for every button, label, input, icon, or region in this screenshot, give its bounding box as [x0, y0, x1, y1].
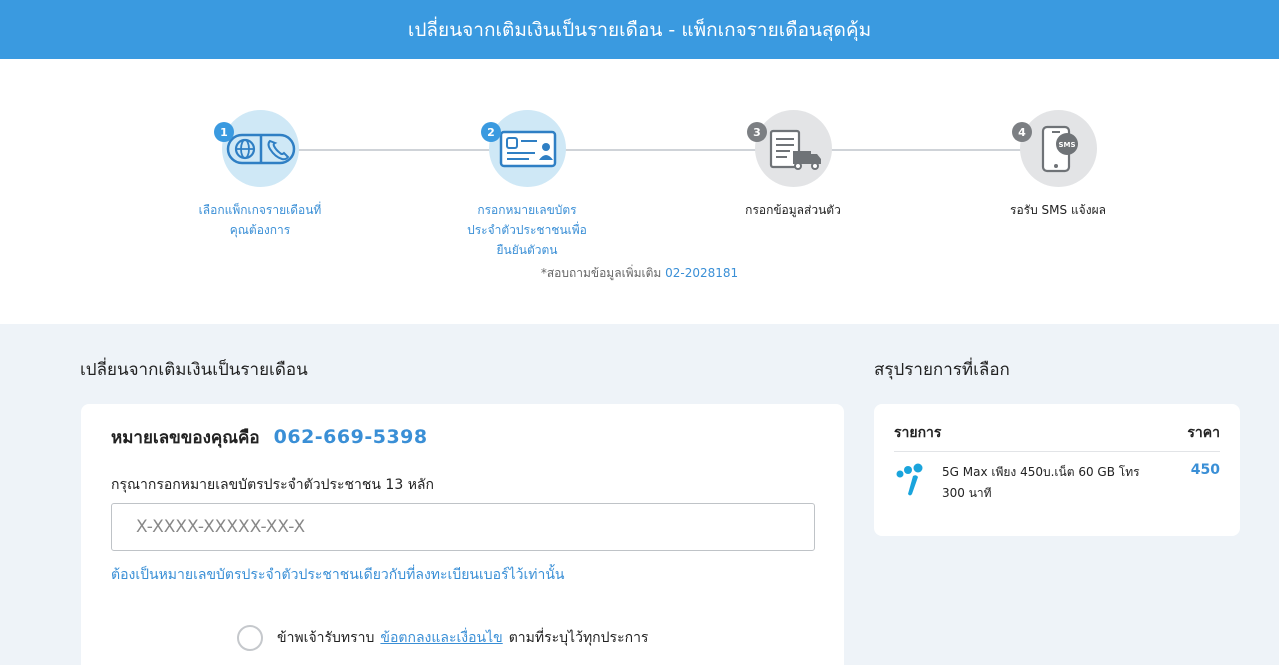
- step-2-label: กรอกหมายเลขบัตรประจำตัวประชาชนเพื่อยืนยั…: [467, 203, 587, 257]
- step-1-label: เลือกแพ็กเกจรายเดือนที่คุณต้องการ: [198, 203, 322, 237]
- main-content: เปลี่ยนจากเติมเงินเป็นรายเดือน สรุปรายกา…: [0, 324, 1279, 665]
- form-section-title: เปลี่ยนจากเติมเงินเป็นรายเดือน: [80, 360, 308, 380]
- summary-section-title: สรุปรายการที่เลือก: [874, 360, 1010, 380]
- contact-text: *สอบถามข้อมูลเพิ่มเติม: [540, 266, 662, 280]
- step-2-number: 2: [481, 122, 501, 142]
- consent-radio[interactable]: [237, 625, 263, 651]
- phone-number-row: หมายเลขของคุณคือ 062-669-5398: [111, 424, 428, 451]
- phone-number-value: 062-669-5398: [273, 426, 428, 448]
- consent-row: ข้าพเจ้ารับทราบ ข้อตกลงและเงื่อนไข ตามที…: [237, 625, 648, 651]
- terms-link[interactable]: ข้อตกลงและเงื่อนไข: [380, 627, 502, 649]
- step-3-number: 3: [747, 122, 767, 142]
- globe-phone-icon: [226, 133, 295, 164]
- step-connector: [262, 149, 1054, 151]
- id-field-label: กรุณากรอกหมายเลขบัตรประจำตัวประชาชน 13 ห…: [111, 477, 434, 493]
- summary-col-price: ราคา: [1187, 425, 1220, 441]
- summary-col-item: รายการ: [894, 425, 942, 441]
- id-number-input[interactable]: [111, 503, 815, 551]
- phone-number-label: หมายเลขของคุณคือ: [111, 428, 260, 448]
- step-2-circle: [489, 110, 566, 187]
- step-1-number: 1: [214, 122, 234, 142]
- step-4-number: 4: [1012, 122, 1032, 142]
- summary-item-price: 450: [1190, 462, 1220, 478]
- step-4-circle: SMS: [1020, 110, 1097, 187]
- step-4-label: รอรับ SMS แจ้งผล: [1010, 203, 1106, 217]
- summary-divider: [894, 451, 1220, 452]
- progress-steps: 1 เลือกแพ็กเกจรายเดือนที่คุณต้องการ 2 กร…: [0, 59, 1279, 324]
- form-delivery-icon: [769, 129, 821, 170]
- contact-info: *สอบถามข้อมูลเพิ่มเติม 02-2028181: [0, 264, 1279, 283]
- step-3-circle: [755, 110, 832, 187]
- svg-text:SMS: SMS: [1058, 141, 1075, 149]
- id-form-card: หมายเลขของคุณคือ 062-669-5398 กรุณากรอกห…: [81, 404, 844, 665]
- step-3-label: กรอกข้อมูลส่วนตัว: [745, 203, 841, 217]
- summary-header: รายการ ราคา: [894, 422, 1220, 444]
- id-field-note: ต้องเป็นหมายเลขบัตรประจำตัวประชาชนเดียวก…: [111, 567, 565, 583]
- dtac-logo-icon: [896, 463, 923, 496]
- page-title: เปลี่ยนจากเติมเงินเป็นรายเดือน - แพ็กเกจ…: [407, 18, 872, 41]
- summary-item-description: 5G Max เพียง 450บ.เน็ต 60 GB โทร 300 นาท…: [942, 465, 1140, 500]
- phone-sms-icon: SMS: [1041, 125, 1078, 172]
- summary-card: รายการ ราคา 5G Max เพียง 450บ.เน็ต 60 GB…: [874, 404, 1240, 536]
- consent-text-before: ข้าพเจ้ารับทราบ: [277, 630, 375, 646]
- step-1-circle: [222, 110, 299, 187]
- top-banner: เปลี่ยนจากเติมเงินเป็นรายเดือน - แพ็กเกจ…: [0, 0, 1279, 59]
- consent-text-after: ตามที่ระบุไว้ทุกประการ: [508, 630, 649, 646]
- id-card-icon: [499, 130, 556, 167]
- contact-phone-link[interactable]: 02-2028181: [665, 266, 738, 280]
